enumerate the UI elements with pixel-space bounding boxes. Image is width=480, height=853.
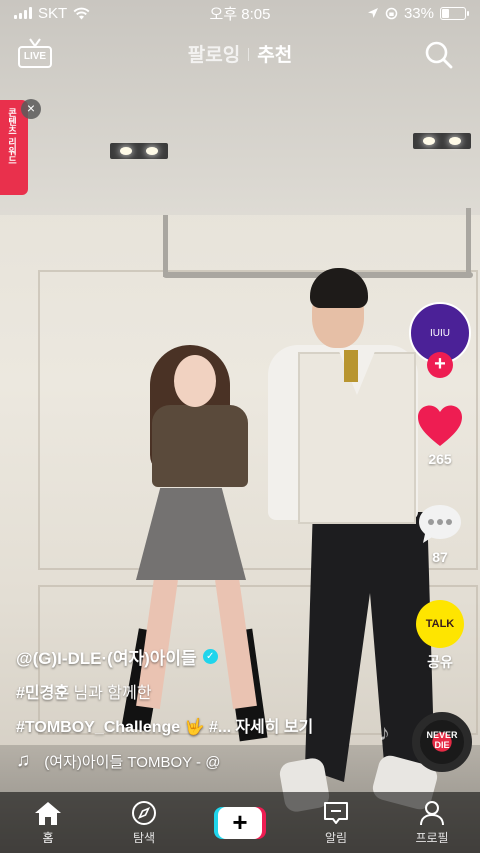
promo-close-button[interactable]: × bbox=[21, 99, 41, 119]
share-label: 공유 bbox=[427, 654, 453, 670]
search-icon[interactable] bbox=[424, 40, 454, 70]
video-ceiling bbox=[0, 0, 480, 215]
feed-tabs: 팔로잉 추천 bbox=[0, 40, 480, 67]
mention-hashtag[interactable]: #민경훈 bbox=[16, 685, 69, 702]
tab-home-label: 홈 bbox=[42, 830, 54, 845]
top-nav: LIVE 팔로잉 추천 bbox=[0, 36, 480, 72]
status-bar: SKT 오후 8:05 33% bbox=[0, 0, 480, 26]
create-button[interactable]: + bbox=[214, 806, 266, 839]
video-caption: @(G)I-DLE·(여자)아이들 ✓ #민경훈 님과 함께한 #TOMBOY_… bbox=[16, 644, 386, 737]
tab-for-you[interactable]: 추천 bbox=[257, 45, 292, 66]
like-button[interactable]: 265 bbox=[408, 404, 472, 467]
carrier-label: SKT bbox=[38, 4, 68, 22]
heart-icon bbox=[418, 405, 462, 446]
see-more-link[interactable]: 자세히 보기 bbox=[235, 719, 313, 736]
caption-line: #민경훈 님과 함께한 bbox=[16, 679, 386, 703]
promo-text: 콘텐츠 리워드 bbox=[7, 108, 17, 165]
comment-icon bbox=[419, 505, 461, 543]
comment-count: 87 bbox=[432, 549, 448, 565]
tab-home[interactable]: 홈 bbox=[0, 792, 96, 853]
rail-post bbox=[466, 208, 471, 276]
battery-icon bbox=[440, 6, 469, 20]
follow-button[interactable]: + bbox=[427, 352, 453, 378]
rail-post bbox=[163, 215, 168, 277]
comment-button[interactable]: 87 bbox=[408, 502, 472, 565]
home-icon bbox=[35, 801, 61, 825]
wifi-icon bbox=[73, 7, 90, 19]
hashtag-line: #TOMBOY_Challenge 🤟 #... 자세히 보기 bbox=[16, 713, 386, 737]
ceiling-light bbox=[110, 143, 168, 159]
tab-profile-label: 프로필 bbox=[415, 830, 449, 845]
mention-suffix: 님과 함께한 bbox=[69, 685, 152, 702]
compass-icon bbox=[132, 800, 156, 825]
music-disc[interactable]: NEVER DIE bbox=[412, 712, 472, 772]
location-arrow-icon bbox=[367, 8, 378, 18]
tab-divider bbox=[248, 48, 250, 61]
orientation-lock-icon bbox=[385, 7, 398, 19]
tab-create[interactable]: + bbox=[192, 792, 288, 853]
tab-discover-label: 탐색 bbox=[132, 830, 156, 845]
like-count: 265 bbox=[428, 451, 452, 467]
music-info[interactable]: ♫ (여자)아이들 TOMBOY - @ bbox=[16, 750, 266, 772]
battery-fill bbox=[442, 8, 450, 18]
tab-profile[interactable]: 프로필 bbox=[384, 792, 480, 853]
bottom-tab-bar: 홈 탐색 + 알림 프로필 bbox=[0, 792, 480, 853]
music-title: (여자)아이들 TOMBOY - @ bbox=[44, 753, 221, 771]
inbox-icon bbox=[324, 801, 348, 824]
tab-discover[interactable]: 탐색 bbox=[96, 792, 192, 853]
tab-inbox-label: 알림 bbox=[324, 830, 348, 845]
cellular-signal-icon bbox=[14, 7, 32, 19]
battery-percent: 33% bbox=[403, 4, 434, 22]
tab-inbox[interactable]: 알림 bbox=[288, 792, 384, 853]
ceiling-light bbox=[413, 133, 471, 149]
share-button[interactable]: TALK 공유 bbox=[408, 600, 472, 672]
hashtags[interactable]: #TOMBOY_Challenge 🤟 #... bbox=[16, 719, 231, 736]
profile-icon bbox=[420, 800, 444, 825]
music-note-icon: ♫ bbox=[16, 750, 31, 771]
tab-following[interactable]: 팔로잉 bbox=[188, 45, 240, 66]
verified-badge-icon: ✓ bbox=[202, 649, 218, 664]
music-disc-label: NEVER DIE bbox=[426, 730, 458, 750]
creator-avatar-wrap: IUIU + bbox=[409, 302, 471, 378]
author-name[interactable]: @(G)I-DLE·(여자)아이들 bbox=[16, 644, 197, 669]
author-row[interactable]: @(G)I-DLE·(여자)아이들 ✓ bbox=[16, 644, 386, 669]
kakao-talk-icon: TALK bbox=[416, 600, 464, 648]
create-plus-icon: + bbox=[218, 806, 262, 839]
